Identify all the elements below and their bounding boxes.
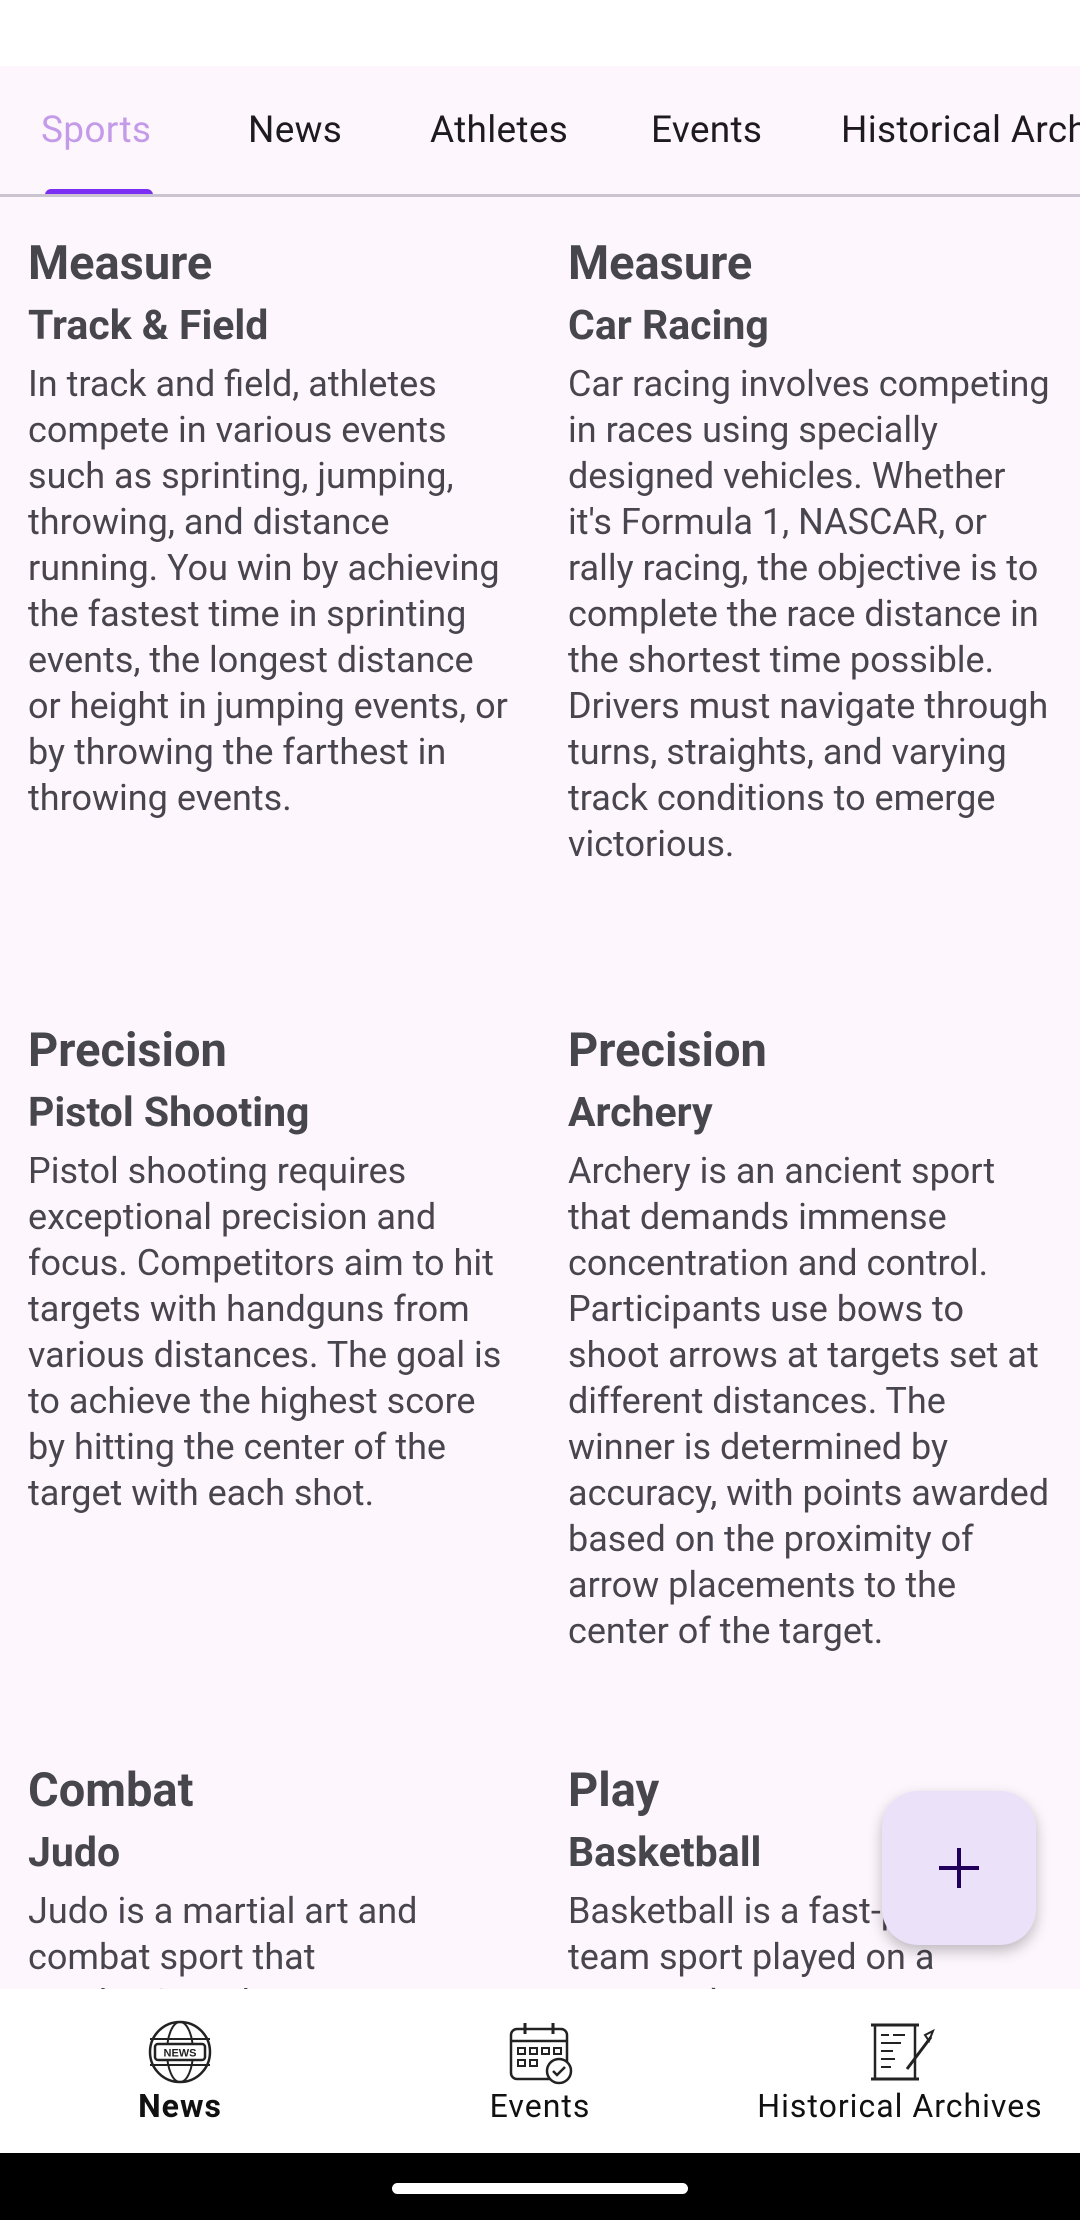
bottom-navigation-bar: NEWS News Events Historical Archives [0, 1989, 1080, 2153]
plus-icon [939, 1848, 979, 1888]
sport-card[interactable]: Precision Archery Archery is an ancient … [568, 1020, 1058, 1654]
sport-category: Precision [28, 1023, 227, 1078]
sport-category: Measure [568, 236, 753, 291]
system-navigation-bar [0, 2153, 1080, 2220]
sport-category: Precision [568, 1023, 767, 1078]
sport-name: Archery [568, 1089, 713, 1137]
sport-card[interactable]: Measure Car Racing Car racing involves c… [568, 233, 1058, 867]
tab-athletes[interactable]: Athletes [430, 66, 568, 194]
nav-label-historical-archives: Historical Archives [757, 2087, 1043, 2125]
news-globe-icon: NEWS [148, 2020, 212, 2084]
sport-description: Archery is an ancient sport that demands… [568, 1150, 1049, 1652]
nav-item-news[interactable]: NEWS News [100, 1989, 260, 2153]
sport-description: Pistol shooting requires exceptional pre… [28, 1150, 502, 1514]
top-tab-bar: Sports News Athletes Events Historical A… [0, 66, 1080, 197]
sport-name: Car Racing [568, 302, 769, 350]
sport-card[interactable]: Precision Pistol Shooting Pistol shootin… [28, 1020, 510, 1516]
tab-historical-archives[interactable]: Historical Archives [841, 66, 1080, 194]
tab-news[interactable]: News [248, 66, 342, 194]
sports-grid: Measure Track & Field In track and field… [0, 197, 1080, 1989]
calendar-check-icon [509, 2023, 573, 2085]
scroll-quill-icon [871, 2023, 935, 2081]
sport-name: Judo [28, 1829, 121, 1877]
nav-item-events[interactable]: Events [450, 1989, 630, 2153]
nav-label-events: Events [489, 2087, 591, 2125]
sport-name: Pistol Shooting [28, 1089, 310, 1137]
sport-card[interactable]: Measure Track & Field In track and field… [28, 233, 508, 821]
tab-events[interactable]: Events [651, 66, 762, 194]
nav-label-news: News [138, 2087, 222, 2125]
add-fab-button[interactable] [882, 1791, 1036, 1945]
home-gesture-pill[interactable] [392, 2183, 688, 2194]
svg-text:NEWS: NEWS [164, 2048, 197, 2060]
status-bar [0, 0, 1080, 66]
tab-sports[interactable]: Sports [41, 66, 151, 194]
sport-description: Judo is a martial art and combat sport t… [28, 1890, 418, 1989]
sport-category: Combat [28, 1763, 194, 1818]
sport-description: In track and field, athletes compete in … [28, 363, 508, 819]
sport-card[interactable]: Combat Judo Judo is a martial art and co… [28, 1760, 458, 1989]
sport-description: Car racing involves competing in races u… [568, 363, 1050, 865]
active-tab-indicator [45, 189, 153, 194]
nav-item-historical-archives[interactable]: Historical Archives [740, 1989, 1060, 2153]
sport-category: Measure [28, 236, 213, 291]
sport-name: Track & Field [28, 302, 269, 350]
